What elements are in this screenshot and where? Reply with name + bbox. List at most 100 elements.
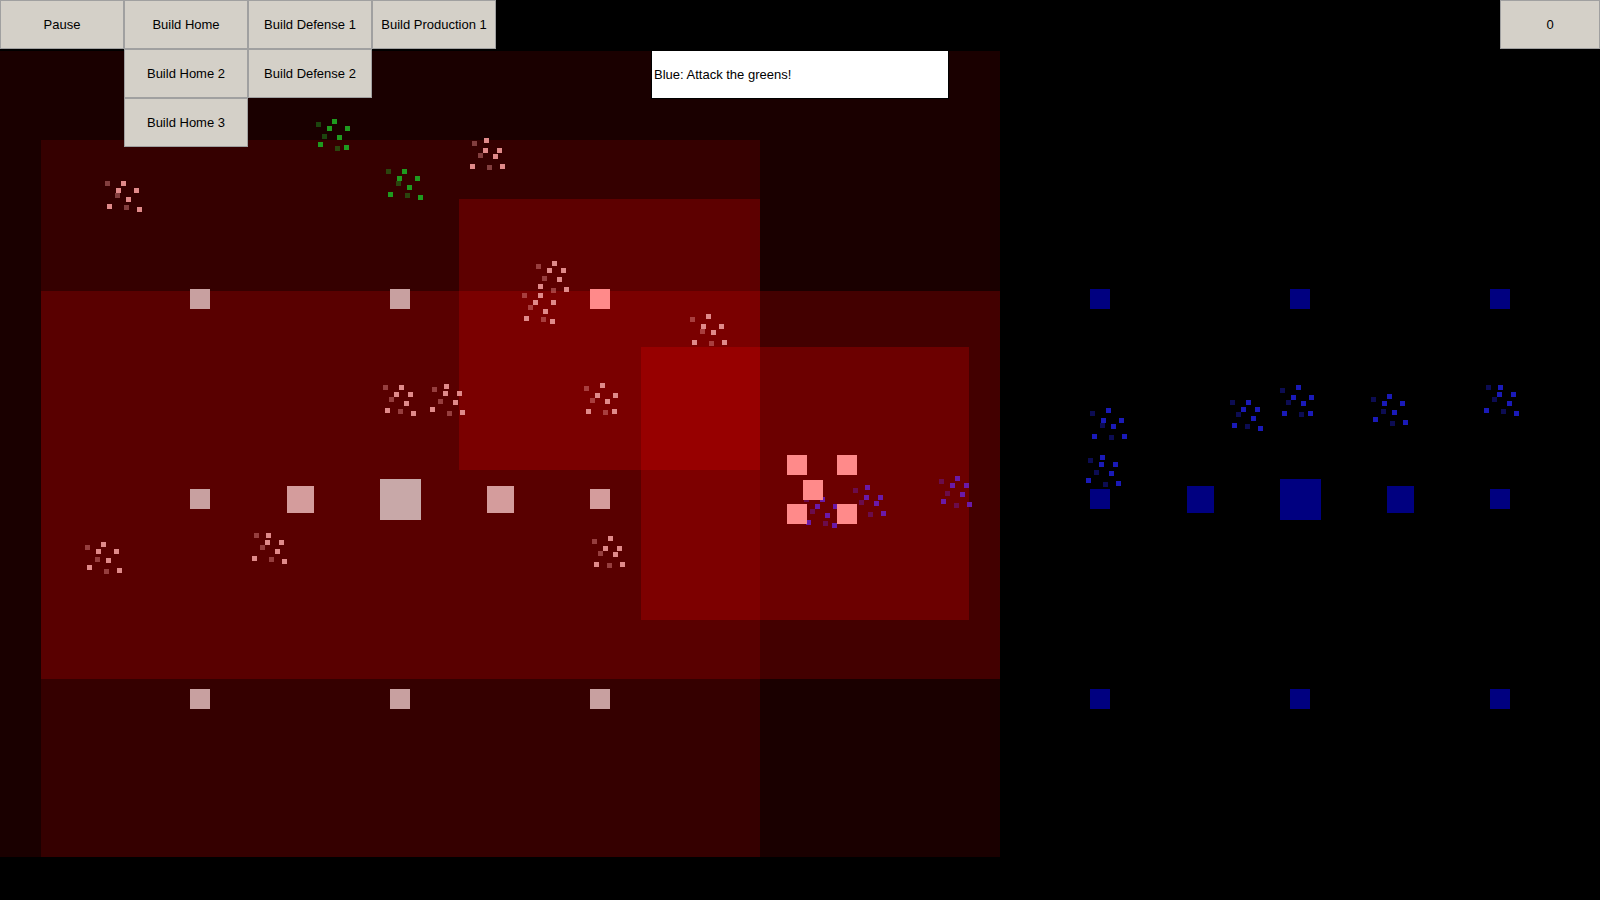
unit xyxy=(385,408,390,413)
building[interactable] xyxy=(590,489,610,509)
button-column: Build HomeBuild Home 2Build Home 3 xyxy=(124,0,248,147)
unit-group[interactable] xyxy=(1089,405,1125,441)
unit-group[interactable] xyxy=(582,380,618,416)
building[interactable] xyxy=(190,289,210,309)
unit xyxy=(344,145,349,150)
unit xyxy=(711,330,716,335)
unit xyxy=(87,565,92,570)
building[interactable] xyxy=(1490,689,1510,709)
unit xyxy=(104,569,109,574)
toolbar-button[interactable]: Build Production 1 xyxy=(372,0,496,49)
toolbar-button[interactable]: Pause xyxy=(0,0,124,49)
unit xyxy=(524,316,529,321)
building[interactable] xyxy=(1387,486,1414,513)
building[interactable] xyxy=(1090,489,1110,509)
unit xyxy=(1282,411,1287,416)
building[interactable] xyxy=(287,486,314,513)
unit xyxy=(1308,411,1313,416)
unit-group[interactable] xyxy=(1482,380,1518,416)
toolbar-button[interactable]: Build Home xyxy=(124,0,248,49)
unit xyxy=(1299,412,1304,417)
unit xyxy=(1286,400,1291,405)
unit-group[interactable] xyxy=(1370,390,1406,426)
unit xyxy=(538,293,543,298)
unit-group[interactable] xyxy=(520,288,556,324)
unit xyxy=(868,512,873,517)
unit-group[interactable] xyxy=(250,528,286,564)
building[interactable] xyxy=(487,486,514,513)
unit xyxy=(408,392,413,397)
unit-group[interactable] xyxy=(1278,382,1314,418)
unit-group[interactable] xyxy=(468,135,504,171)
unit-group[interactable] xyxy=(428,380,464,416)
building[interactable] xyxy=(837,504,857,524)
unit-group[interactable] xyxy=(380,380,416,416)
unit xyxy=(394,392,399,397)
unit xyxy=(1094,470,1099,475)
building[interactable] xyxy=(390,689,410,709)
unit xyxy=(405,193,410,198)
unit-group[interactable] xyxy=(1227,395,1263,431)
unit xyxy=(1092,434,1097,439)
unit-group[interactable] xyxy=(385,164,421,200)
unit-group[interactable] xyxy=(936,472,972,508)
toolbar-button[interactable]: Build Defense 1 xyxy=(248,0,372,49)
unit xyxy=(1381,409,1386,414)
unit xyxy=(586,409,591,414)
unit xyxy=(1106,408,1111,413)
unit-group[interactable] xyxy=(1084,451,1120,487)
unit xyxy=(954,503,959,508)
unit-group[interactable] xyxy=(533,257,569,293)
building[interactable] xyxy=(1280,479,1321,520)
unit xyxy=(386,169,391,174)
unit xyxy=(551,300,556,305)
toolbar-button[interactable]: Build Defense 2 xyxy=(248,49,372,98)
unit-group[interactable] xyxy=(589,533,625,569)
toolbar-button[interactable]: Build Home 3 xyxy=(124,98,248,147)
game-map[interactable]: PauseBuild HomeBuild Home 2Build Home 3B… xyxy=(0,0,1600,900)
unit xyxy=(600,383,605,388)
unit xyxy=(318,142,323,147)
unit xyxy=(1241,407,1246,412)
unit xyxy=(547,268,552,273)
unit xyxy=(1116,481,1121,486)
unit xyxy=(552,261,557,266)
score-button[interactable]: 0 xyxy=(1500,0,1600,49)
unit xyxy=(484,138,489,143)
building[interactable] xyxy=(380,479,421,520)
building[interactable] xyxy=(1490,289,1510,309)
toolbar-button[interactable]: Build Home 2 xyxy=(124,49,248,98)
building[interactable] xyxy=(1290,689,1310,709)
unit-group[interactable] xyxy=(689,311,725,347)
unit xyxy=(1090,411,1095,416)
building[interactable] xyxy=(1187,486,1214,513)
chat-input[interactable] xyxy=(651,50,949,99)
building[interactable] xyxy=(1090,689,1110,709)
unit xyxy=(1387,394,1392,399)
unit xyxy=(117,568,122,573)
building[interactable] xyxy=(803,480,823,500)
building[interactable] xyxy=(190,489,210,509)
building[interactable] xyxy=(590,689,610,709)
unit xyxy=(1373,417,1378,422)
unit xyxy=(613,552,618,557)
unit-group[interactable] xyxy=(104,176,140,212)
building[interactable] xyxy=(390,289,410,309)
building[interactable] xyxy=(1490,489,1510,509)
unit xyxy=(692,340,697,345)
unit-group[interactable] xyxy=(314,115,350,151)
building[interactable] xyxy=(1290,289,1310,309)
unit xyxy=(564,287,569,292)
unit-group[interactable] xyxy=(84,538,120,574)
building[interactable] xyxy=(190,689,210,709)
building[interactable] xyxy=(1090,289,1110,309)
unit xyxy=(1309,395,1314,400)
building[interactable] xyxy=(837,455,857,475)
building[interactable] xyxy=(787,455,807,475)
unit xyxy=(945,491,950,496)
building[interactable] xyxy=(787,504,807,524)
building[interactable] xyxy=(590,289,610,309)
unit xyxy=(269,557,274,562)
unit xyxy=(470,164,475,169)
unit xyxy=(1100,455,1105,460)
